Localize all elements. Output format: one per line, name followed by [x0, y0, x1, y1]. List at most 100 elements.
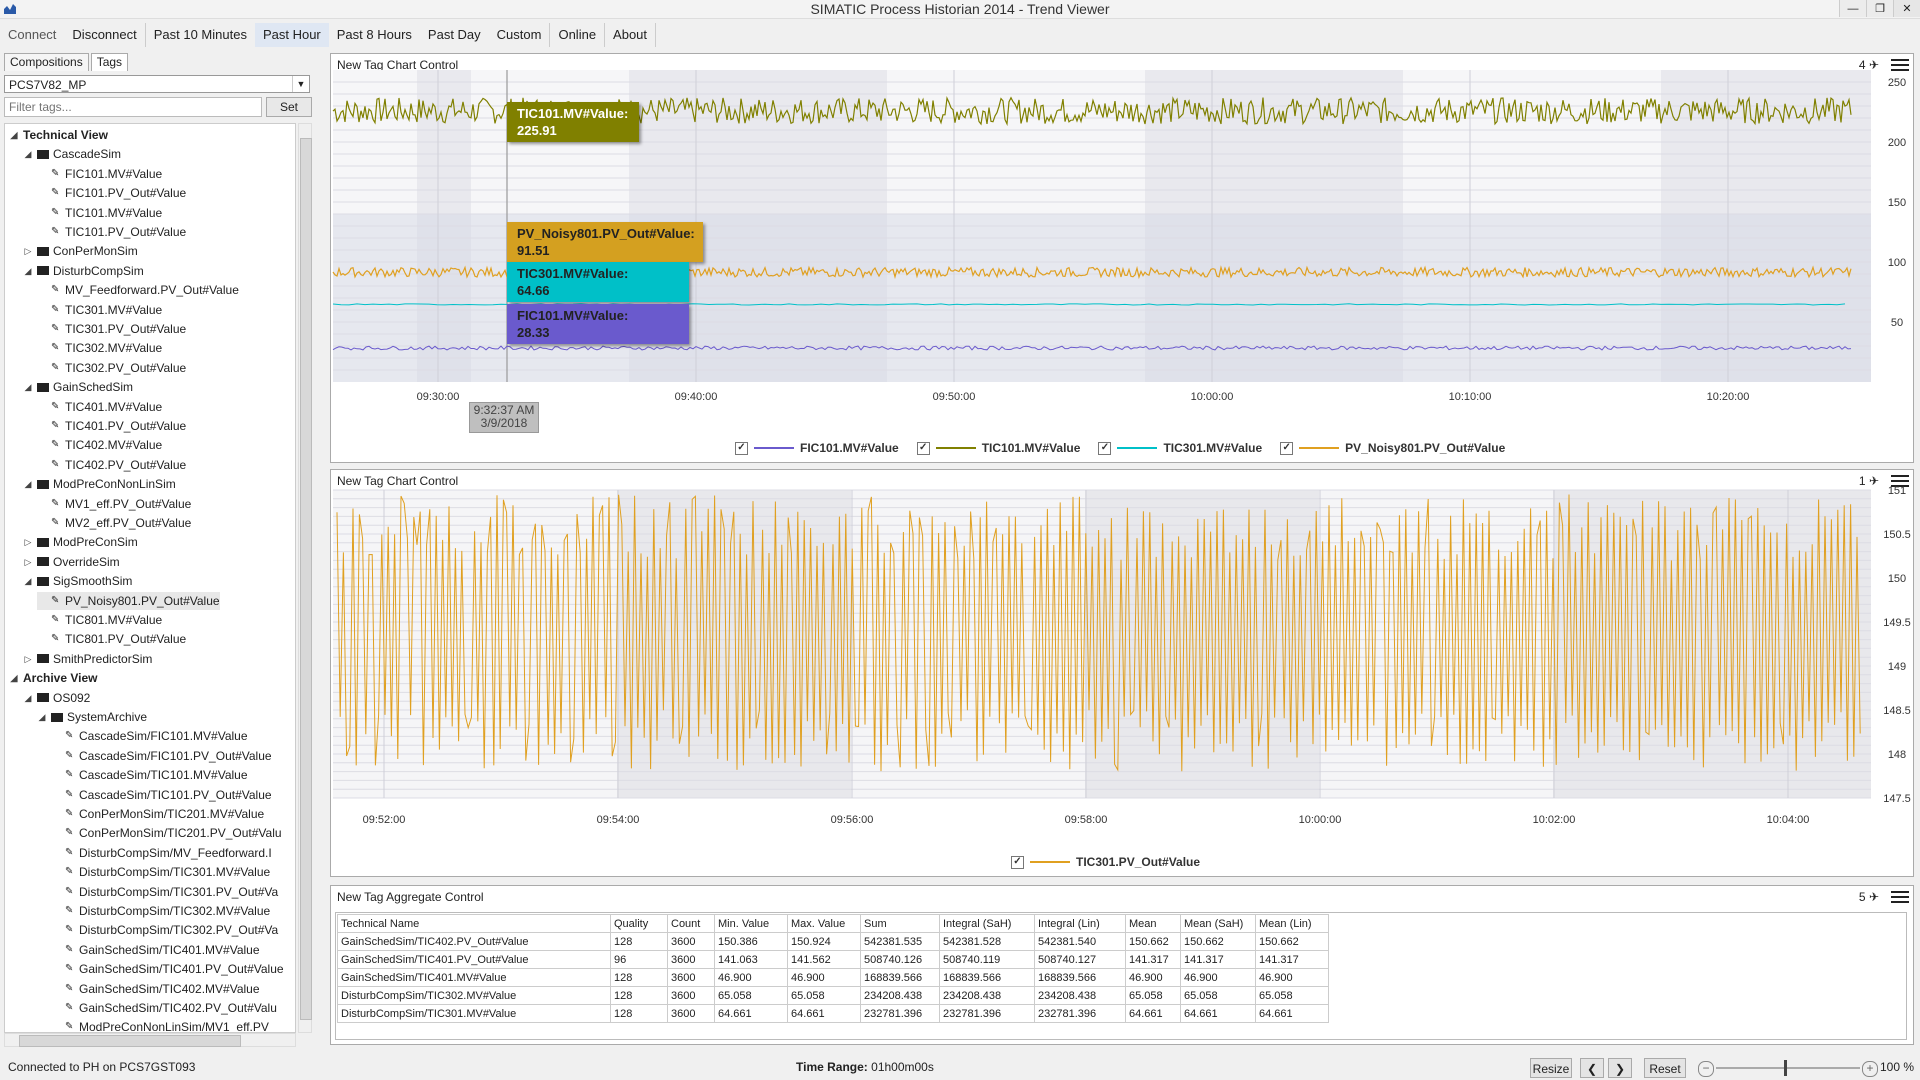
tree-folder-item[interactable]: ◢ SigSmoothSim	[23, 572, 133, 590]
tree-section-item[interactable]: ◢ Technical View	[9, 126, 108, 144]
past-hour-button[interactable]: Past Hour	[254, 23, 329, 47]
tree-folder-item[interactable]: ▷ SmithPredictorSim	[23, 650, 153, 668]
tree-tag-item[interactable]: ✎ GainSchedSim/TIC401.PV_Out#Value	[51, 960, 284, 978]
tree-tag-item[interactable]: ✎ ConPerMonSim/TIC201.MV#Value	[51, 805, 264, 823]
minimize-button[interactable]: —	[1839, 0, 1866, 17]
tree-tag-item[interactable]: ✎ DisturbCompSim/TIC301.MV#Value	[51, 863, 270, 881]
column-header[interactable]: Mean (Lin)	[1255, 914, 1329, 933]
table-row[interactable]: DisturbCompSim/TIC302.MV#Value 128 3600 65.…	[337, 986, 1329, 1005]
tree-tag-item[interactable]: ✎ ModPreConNonLinSim/MV1_eff.PV_	[51, 1018, 276, 1032]
tree-tag-item[interactable]: ✎ MV2_eff.PV_Out#Value	[37, 514, 191, 532]
tree-tag-item[interactable]: ✎ ConPerMonSim/TIC201.PV_Out#Valu	[51, 824, 282, 842]
tree-tag-item[interactable]: ✎ TIC101.PV_Out#Value	[37, 223, 186, 241]
table-row[interactable]: DisturbCompSim/TIC301.MV#Value 128 3600 64.…	[337, 1004, 1329, 1023]
filter-tags-input[interactable]	[4, 97, 262, 117]
column-header[interactable]: Count	[667, 914, 715, 933]
custom-button[interactable]: Custom	[489, 23, 551, 47]
server-dropdown[interactable]: PCS7V82_MP ▼	[4, 75, 310, 93]
checkbox-checked-icon[interactable]: ✓	[1280, 441, 1294, 455]
chart-2-plot[interactable]: 151 150.5 150 149.5 149 148.5 148 147.5 09:52:00…	[331, 470, 1913, 876]
tree-tag-item[interactable]: ✎ MV1_eff.PV_Out#Value	[37, 495, 191, 513]
column-header[interactable]: Integral (Lin)	[1034, 914, 1126, 933]
scrollbar-thumb[interactable]	[300, 138, 312, 1020]
tree-tag-item[interactable]: ✎ CascadeSim/FIC101.PV_Out#Value	[51, 747, 272, 765]
collapse-arrow-icon[interactable]: ◢	[23, 262, 33, 280]
tree-tag-item[interactable]: ✎ MV_Feedforward.PV_Out#Value	[37, 281, 239, 299]
online-button[interactable]: Online	[550, 23, 606, 47]
column-header[interactable]: Sum	[860, 914, 940, 933]
legend-item[interactable]: ✓ FIC101.MV#Value	[735, 441, 899, 455]
tab-tags[interactable]: Tags	[90, 53, 129, 71]
column-header[interactable]: Quality	[610, 914, 668, 933]
tree-tag-item[interactable]: ✎ TIC401.MV#Value	[37, 398, 162, 416]
past-10-minutes-button[interactable]: Past 10 Minutes	[146, 23, 255, 47]
collapse-arrow-icon[interactable]: ◢	[23, 572, 33, 590]
close-button[interactable]: ✕	[1893, 0, 1920, 17]
tree-section-item[interactable]: ◢ Archive View	[9, 669, 98, 687]
tree-tag-item[interactable]: ✎ DisturbCompSim/TIC301.PV_Out#Va	[51, 883, 278, 901]
tree-tag-item[interactable]: ✎ DisturbCompSim/TIC302.MV#Value	[51, 902, 270, 920]
collapse-arrow-icon[interactable]: ◢	[9, 669, 19, 687]
tab-compositions[interactable]: Compositions	[4, 53, 89, 71]
legend-item[interactable]: ✓ PV_Noisy801.PV_Out#Value	[1280, 441, 1505, 455]
tree-tag-item[interactable]: ✎ TIC302.PV_Out#Value	[37, 359, 186, 377]
table-row[interactable]: GainSchedSim/TIC402.PV_Out#Value 128 3600 1…	[337, 932, 1329, 951]
chevron-down-icon[interactable]: ▼	[292, 76, 309, 92]
scrollbar-thumb-h[interactable]	[19, 1035, 241, 1047]
column-header[interactable]: Mean (SaH)	[1180, 914, 1256, 933]
column-header[interactable]: Integral (SaH)	[939, 914, 1035, 933]
checkbox-checked-icon[interactable]: ✓	[735, 441, 748, 455]
tree-tag-item[interactable]: ✎ TIC401.PV_Out#Value	[37, 417, 186, 435]
tree-vertical-scrollbar[interactable]	[298, 123, 312, 1033]
tree-tag-item[interactable]: ✎ PV_Noisy801.PV_Out#Value	[37, 591, 220, 610]
checkbox-checked-icon[interactable]: ✓	[916, 441, 930, 455]
collapse-arrow-icon[interactable]: ◢	[23, 145, 33, 163]
chevron-left-icon[interactable]: ❮	[1580, 1058, 1604, 1078]
tree-tag-item[interactable]: ✎ DisturbCompSim/TIC302.PV_Out#Va	[51, 921, 278, 939]
zoom-in-icon[interactable]: +	[1862, 1061, 1878, 1077]
connect-button[interactable]: Connect	[0, 23, 64, 47]
tree-tag-item[interactable]: ✎ TIC302.MV#Value	[37, 339, 162, 357]
collapse-arrow-icon[interactable]: ◢	[23, 378, 33, 396]
legend-item[interactable]: ✓ TIC101.MV#Value	[916, 441, 1080, 455]
tree-tag-item[interactable]: ✎ TIC101.MV#Value	[37, 204, 162, 222]
tree-folder-item[interactable]: ◢ OS092	[23, 689, 91, 707]
tree-tag-item[interactable]: ✎ TIC801.MV#Value	[37, 611, 162, 629]
collapse-arrow-icon[interactable]: ◢	[23, 475, 33, 493]
expand-arrow-icon[interactable]: ▷	[23, 553, 33, 571]
checkbox-checked-icon[interactable]: ✓	[1098, 441, 1112, 455]
past-day-button[interactable]: Past Day	[420, 23, 489, 47]
tree-folder-item[interactable]: ◢ ModPreConNonLinSim	[23, 475, 176, 493]
tree-folder-item[interactable]: ◢ CascadeSim	[23, 145, 122, 163]
past-8-hours-button[interactable]: Past 8 Hours	[329, 23, 420, 47]
tree-tag-item[interactable]: ✎ GainSchedSim/TIC401.MV#Value	[51, 941, 260, 959]
tree-tag-item[interactable]: ✎ GainSchedSim/TIC402.PV_Out#Valu	[51, 999, 277, 1017]
expand-arrow-icon[interactable]: ▷	[23, 242, 33, 260]
about-button[interactable]: About	[605, 23, 657, 47]
tree-tag-item[interactable]: ✎ TIC301.MV#Value	[37, 301, 162, 319]
tree-tag-item[interactable]: ✎ DisturbCompSim/MV_Feedforward.I	[51, 844, 272, 862]
tree-folder-item[interactable]: ▷ ModPreConSim	[23, 533, 138, 551]
collapse-arrow-icon[interactable]: ◢	[37, 708, 47, 726]
table-row[interactable]: GainSchedSim/TIC401.PV_Out#Value 96 3600 14…	[337, 950, 1329, 969]
restore-button[interactable]: ❐	[1866, 0, 1893, 17]
tree-tag-item[interactable]: ✎ TIC402.MV#Value	[37, 436, 162, 454]
tree-folder-item[interactable]: ▷ ConPerMonSim	[23, 242, 138, 260]
column-header[interactable]: Technical Name	[337, 914, 611, 933]
collapse-arrow-icon[interactable]: ◢	[9, 126, 19, 144]
disconnect-button[interactable]: Disconnect	[64, 23, 146, 47]
zoom-slider[interactable]	[1716, 1067, 1860, 1069]
tree-folder-item[interactable]: ◢ SystemArchive	[37, 708, 148, 726]
column-header[interactable]: Min. Value	[714, 914, 788, 933]
tree-folder-item[interactable]: ◢ GainSchedSim	[23, 378, 134, 396]
resize-button[interactable]: Resize	[1530, 1058, 1572, 1078]
expand-arrow-icon[interactable]: ▷	[23, 650, 33, 668]
collapse-arrow-icon[interactable]: ◢	[23, 689, 33, 707]
table-row[interactable]: GainSchedSim/TIC401.MV#Value 128 3600 46.90…	[337, 968, 1329, 987]
legend-item[interactable]: ✓ TIC301.PV_Out#Value	[1011, 855, 1200, 869]
zoom-slider-thumb[interactable]	[1784, 1060, 1787, 1076]
tree-tag-item[interactable]: ✎ GainSchedSim/TIC402.MV#Value	[51, 980, 260, 998]
legend-item[interactable]: ✓ TIC301.MV#Value	[1098, 441, 1262, 455]
checkbox-checked-icon[interactable]: ✓	[1011, 855, 1024, 869]
tree-tag-item[interactable]: ✎ FIC101.MV#Value	[37, 165, 162, 183]
